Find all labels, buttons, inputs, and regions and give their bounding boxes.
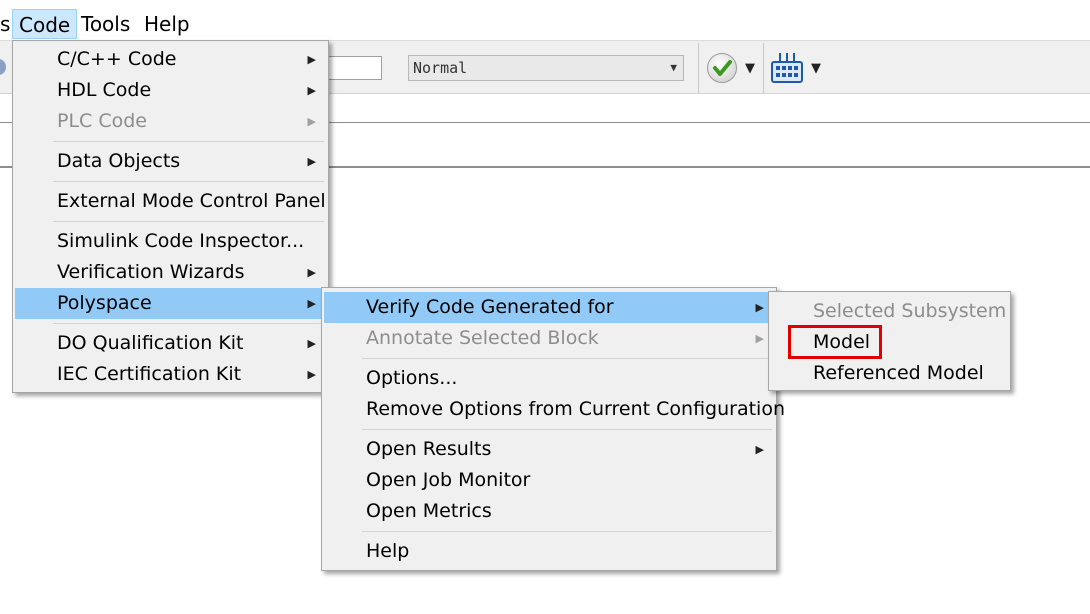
menu-item-code-inspector[interactable]: Simulink Code Inspector... (15, 226, 326, 257)
menu-separator (362, 531, 772, 532)
grid-dropdown-icon[interactable]: ▼ (811, 61, 821, 76)
menu-item-verify-code-generated-for[interactable]: Verify Code Generated for ▶ (324, 292, 774, 323)
toolbar-divider (763, 43, 764, 93)
menu-item-options[interactable]: Options... (324, 363, 774, 394)
chevron-right-icon: ▶ (307, 266, 316, 279)
chevron-right-icon: ▶ (307, 155, 316, 168)
menu-separator (53, 141, 324, 142)
menu-item-annotate-selected-block: Annotate Selected Block ▶ (324, 323, 774, 354)
chevron-right-icon: ▶ (307, 368, 316, 381)
chevron-right-icon: ▶ (307, 337, 316, 350)
menu-item-open-results[interactable]: Open Results ▶ (324, 434, 774, 465)
disk-icon[interactable] (0, 59, 6, 75)
menu-item-open-metrics[interactable]: Open Metrics (324, 496, 774, 527)
menu-item-plc-code: PLC Code ▶ (15, 106, 326, 137)
menu-item-referenced-model[interactable]: Referenced Model (771, 358, 1008, 389)
code-menu: C/C++ Code ▶ HDL Code ▶ PLC Code ▶ Data Obj… (12, 40, 329, 393)
simulation-mode-select[interactable]: Normal ▼ (408, 55, 684, 81)
menu-item-hdl-code[interactable]: HDL Code ▶ (15, 75, 326, 106)
menu-item-c-cpp-code[interactable]: C/C++ Code ▶ (15, 44, 326, 75)
menu-help[interactable]: Help (138, 9, 196, 39)
chevron-right-icon: ▶ (755, 301, 764, 314)
grid-icon[interactable] (770, 51, 804, 85)
check-dropdown-icon[interactable]: ▼ (745, 61, 755, 76)
chevron-right-icon: ▶ (755, 443, 764, 456)
menu-separator (362, 429, 772, 430)
polyspace-submenu: Verify Code Generated for ▶ Annotate Sele… (321, 287, 785, 571)
menu-tools[interactable]: Tools (75, 9, 136, 39)
chevron-right-icon: ▶ (307, 53, 316, 66)
menu-separator (53, 181, 324, 182)
menu-bar: s Code Tools Help (0, 0, 1090, 40)
menu-item-help[interactable]: Help (324, 536, 774, 567)
menu-item-external-mode[interactable]: External Mode Control Panel (15, 186, 326, 217)
menu-item-remove-options[interactable]: Remove Options from Current Configuratio… (324, 394, 785, 425)
menu-separator (53, 323, 324, 324)
menu-item-selected-subsystem: Selected Subsystem (813, 300, 1007, 322)
highlight-box (788, 325, 882, 359)
check-icon[interactable] (707, 53, 737, 83)
chevron-right-icon: ▶ (307, 297, 316, 310)
menu-item-verification-wizards[interactable]: Verification Wizards ▶ (15, 257, 326, 288)
menu-item-iec-certification-kit[interactable]: IEC Certification Kit ▶ (15, 359, 326, 390)
menu-separator (53, 221, 324, 222)
menu-item-data-objects[interactable]: Data Objects ▶ (15, 146, 326, 177)
chevron-right-icon: ▶ (307, 84, 316, 97)
menu-item-do-qualification-kit[interactable]: DO Qualification Kit ▶ (15, 328, 326, 359)
menu-item-open-job-monitor[interactable]: Open Job Monitor (324, 465, 774, 496)
menu-separator (362, 358, 772, 359)
menu-code[interactable]: Code (12, 9, 78, 39)
chevron-right-icon: ▶ (307, 115, 316, 128)
menu-item-polyspace[interactable]: Polyspace ▶ (15, 288, 326, 319)
simulation-mode-value: Normal (413, 59, 468, 77)
chevron-right-icon: ▶ (755, 332, 764, 345)
toolbar-divider (698, 43, 699, 93)
chevron-down-icon: ▼ (670, 61, 677, 74)
